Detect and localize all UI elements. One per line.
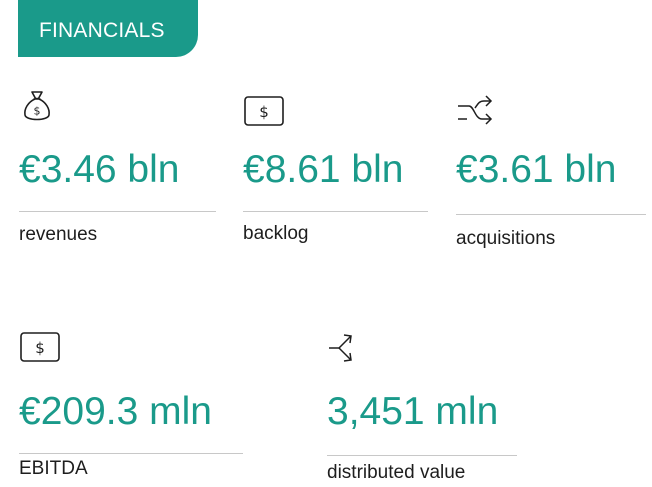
dollar-box-icon: $ bbox=[20, 332, 60, 362]
section-title: FINANCIALS bbox=[39, 19, 165, 42]
divider bbox=[243, 211, 428, 212]
divider bbox=[19, 453, 243, 454]
metric-value-acquisitions: €3.61 bln bbox=[456, 148, 617, 191]
divider bbox=[327, 455, 517, 456]
metric-value-distributed-value: 3,451 mln bbox=[327, 390, 499, 433]
svg-text:$: $ bbox=[35, 339, 45, 357]
metric-label-acquisitions: acquisitions bbox=[456, 228, 556, 249]
metric-value-backlog: €8.61 bln bbox=[243, 148, 404, 191]
metric-value-revenues: €3.46 bln bbox=[19, 148, 180, 191]
dollar-box-icon: $ bbox=[244, 96, 284, 126]
metric-label-backlog: backlog bbox=[243, 223, 309, 244]
metric-label-revenues: revenues bbox=[19, 224, 98, 245]
svg-text:$: $ bbox=[34, 105, 41, 118]
metric-value-ebitda: €209.3 mln bbox=[19, 390, 212, 433]
money-bag-icon: $ bbox=[24, 91, 50, 121]
metric-label-ebitda: EBITDA bbox=[19, 458, 88, 479]
svg-text:$: $ bbox=[259, 103, 269, 121]
shuffle-arrows-icon bbox=[458, 95, 493, 125]
split-arrows-icon bbox=[329, 334, 352, 362]
financials-section-tab: FINANCIALS bbox=[18, 0, 198, 57]
divider bbox=[19, 211, 216, 212]
divider bbox=[456, 214, 646, 215]
metric-label-distributed-value: distributed value bbox=[327, 462, 466, 483]
